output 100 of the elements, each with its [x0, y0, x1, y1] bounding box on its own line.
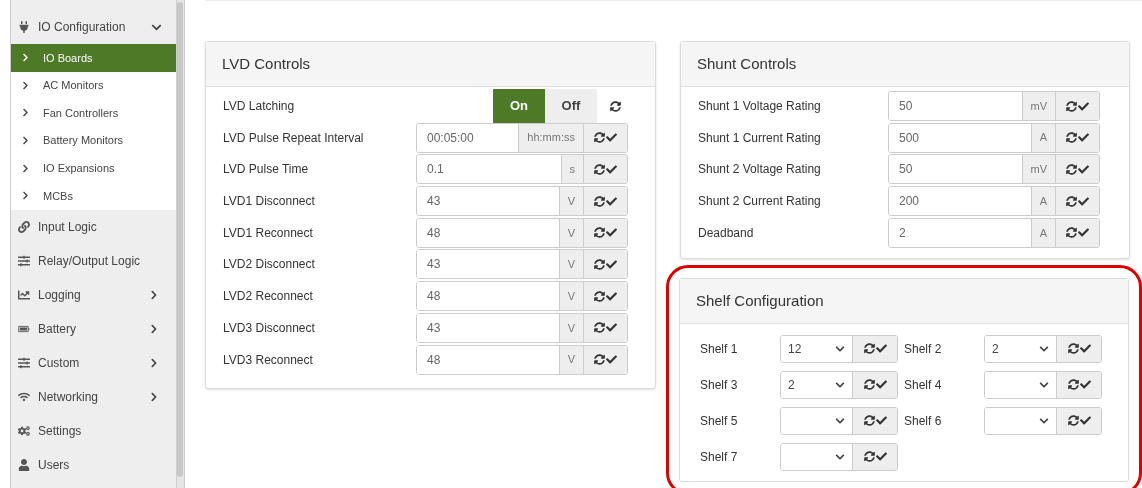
chevron-down-icon: [835, 451, 845, 462]
sliders-icon: [18, 356, 30, 369]
unit-label: mV: [1021, 155, 1055, 184]
panel-header: LVD Controls: [206, 42, 655, 87]
sidebar-item[interactable]: Settings: [11, 413, 176, 448]
input-group[interactable]: 0.1 s: [416, 154, 628, 185]
sidebar-item[interactable]: Relay/Output Logic: [11, 243, 176, 278]
check-icon: [606, 195, 617, 207]
unit-label: V: [558, 218, 583, 247]
input-group[interactable]: 48 V: [416, 281, 628, 312]
field-label: Shunt 1 Current Rating: [698, 129, 822, 147]
check-icon: [875, 451, 887, 463]
refresh-save-button[interactable]: [583, 155, 627, 184]
check-icon: [1078, 163, 1089, 175]
refresh-save-button[interactable]: [583, 187, 627, 216]
select-group[interactable]: [780, 442, 898, 471]
scrollbar[interactable]: [175, 0, 185, 488]
unit-label: A: [1030, 187, 1055, 216]
refresh-icon: [594, 195, 605, 207]
field-label: Shelf 2: [904, 340, 943, 358]
input-group[interactable]: 43 V: [416, 312, 628, 343]
toggle-option[interactable]: Off: [545, 89, 597, 123]
check-icon: [606, 290, 617, 302]
refresh-save-button[interactable]: [583, 345, 627, 374]
input-group[interactable]: 48 V: [416, 217, 628, 248]
sidebar-item[interactable]: IO Configuration: [11, 10, 176, 44]
check-icon: [875, 379, 887, 391]
refresh-icon: [594, 163, 605, 175]
refresh-icon: [863, 415, 875, 427]
check-icon: [606, 354, 617, 365]
refresh-save-button[interactable]: [852, 335, 897, 362]
panel-header: Shunt Controls: [681, 42, 1129, 87]
unit-label: hh:mm:ss: [518, 123, 583, 152]
refresh-icon: [594, 227, 605, 239]
refresh-icon: [1066, 195, 1077, 207]
select-group[interactable]: 2: [780, 370, 898, 399]
input-group[interactable]: 2 A: [888, 217, 1100, 248]
chevron-right-icon: [21, 136, 30, 146]
check-icon: [606, 132, 617, 144]
input-group[interactable]: 00:05:00 hh:mm:ss: [416, 122, 628, 153]
refresh-save-button[interactable]: [1055, 187, 1099, 216]
link-icon: [18, 220, 30, 233]
chevron-right-icon: [21, 163, 30, 173]
refresh-save-button[interactable]: [1055, 155, 1099, 184]
refresh-icon[interactable]: [610, 100, 621, 112]
refresh-save-button[interactable]: [1056, 371, 1101, 398]
refresh-save-button[interactable]: [852, 443, 897, 470]
input-group[interactable]: 200 A: [888, 186, 1100, 217]
input-group[interactable]: 50 mV: [888, 154, 1100, 185]
refresh-save-button[interactable]: [852, 371, 897, 398]
unit-label: mV: [1021, 92, 1055, 120]
input-group[interactable]: 50 mV: [888, 91, 1100, 121]
select-group[interactable]: [984, 370, 1102, 399]
unit-label: A: [1030, 123, 1055, 152]
unit-label: V: [558, 345, 583, 374]
wifi-icon: [18, 390, 30, 403]
sidebar-item[interactable]: Battery: [11, 311, 176, 346]
chevron-right-icon: [21, 191, 30, 201]
refresh-icon: [594, 322, 605, 334]
chevron-down-icon: [835, 343, 845, 354]
chevron-right-icon: [148, 357, 159, 368]
input-group[interactable]: 43 V: [416, 249, 628, 280]
field-label: LVD3 Disconnect: [223, 319, 316, 337]
refresh-save-button[interactable]: [583, 313, 627, 342]
sidebar-item[interactable]: Users: [11, 447, 176, 482]
refresh-icon: [1067, 379, 1079, 391]
refresh-save-button[interactable]: [583, 123, 627, 152]
refresh-save-button[interactable]: [1055, 92, 1099, 120]
field-label: Shelf 3: [700, 376, 739, 394]
refresh-save-button[interactable]: [1056, 407, 1101, 434]
input-group[interactable]: 43 V: [416, 186, 628, 217]
toggle-option[interactable]: On: [493, 89, 545, 123]
input-group[interactable]: 500 A: [888, 122, 1100, 153]
check-icon: [1078, 132, 1089, 144]
refresh-save-button[interactable]: [583, 218, 627, 247]
select-group[interactable]: 2: [984, 334, 1102, 363]
refresh-save-button[interactable]: [852, 407, 897, 434]
chevron-right-icon: [21, 108, 30, 118]
input-group[interactable]: 48 V: [416, 344, 628, 375]
refresh-save-button[interactable]: [1055, 218, 1099, 247]
refresh-icon: [1067, 343, 1079, 355]
refresh-icon: [594, 354, 605, 365]
refresh-save-button[interactable]: [1055, 123, 1099, 152]
refresh-icon: [1066, 163, 1077, 175]
settings-icon: [18, 424, 30, 437]
unit-label: V: [558, 187, 583, 216]
sidebar-item[interactable]: Logging: [11, 277, 176, 312]
select-group[interactable]: 12: [780, 334, 898, 363]
refresh-save-button[interactable]: [583, 250, 627, 279]
refresh-save-button[interactable]: [583, 282, 627, 311]
select-group[interactable]: [780, 406, 898, 435]
sidebar-subitem[interactable]: IO Boards: [11, 44, 176, 72]
select-group[interactable]: [984, 406, 1102, 435]
refresh-save-button[interactable]: [1056, 335, 1101, 362]
chevron-down-icon: [1039, 343, 1049, 354]
field-label: Shunt 1 Voltage Rating: [698, 98, 822, 115]
sidebar-item[interactable]: Networking: [11, 379, 176, 414]
sidebar-item[interactable]: Input Logic: [11, 209, 176, 244]
sidebar-item[interactable]: Custom: [11, 345, 176, 380]
field-label: LVD3 Reconnect: [223, 351, 314, 369]
